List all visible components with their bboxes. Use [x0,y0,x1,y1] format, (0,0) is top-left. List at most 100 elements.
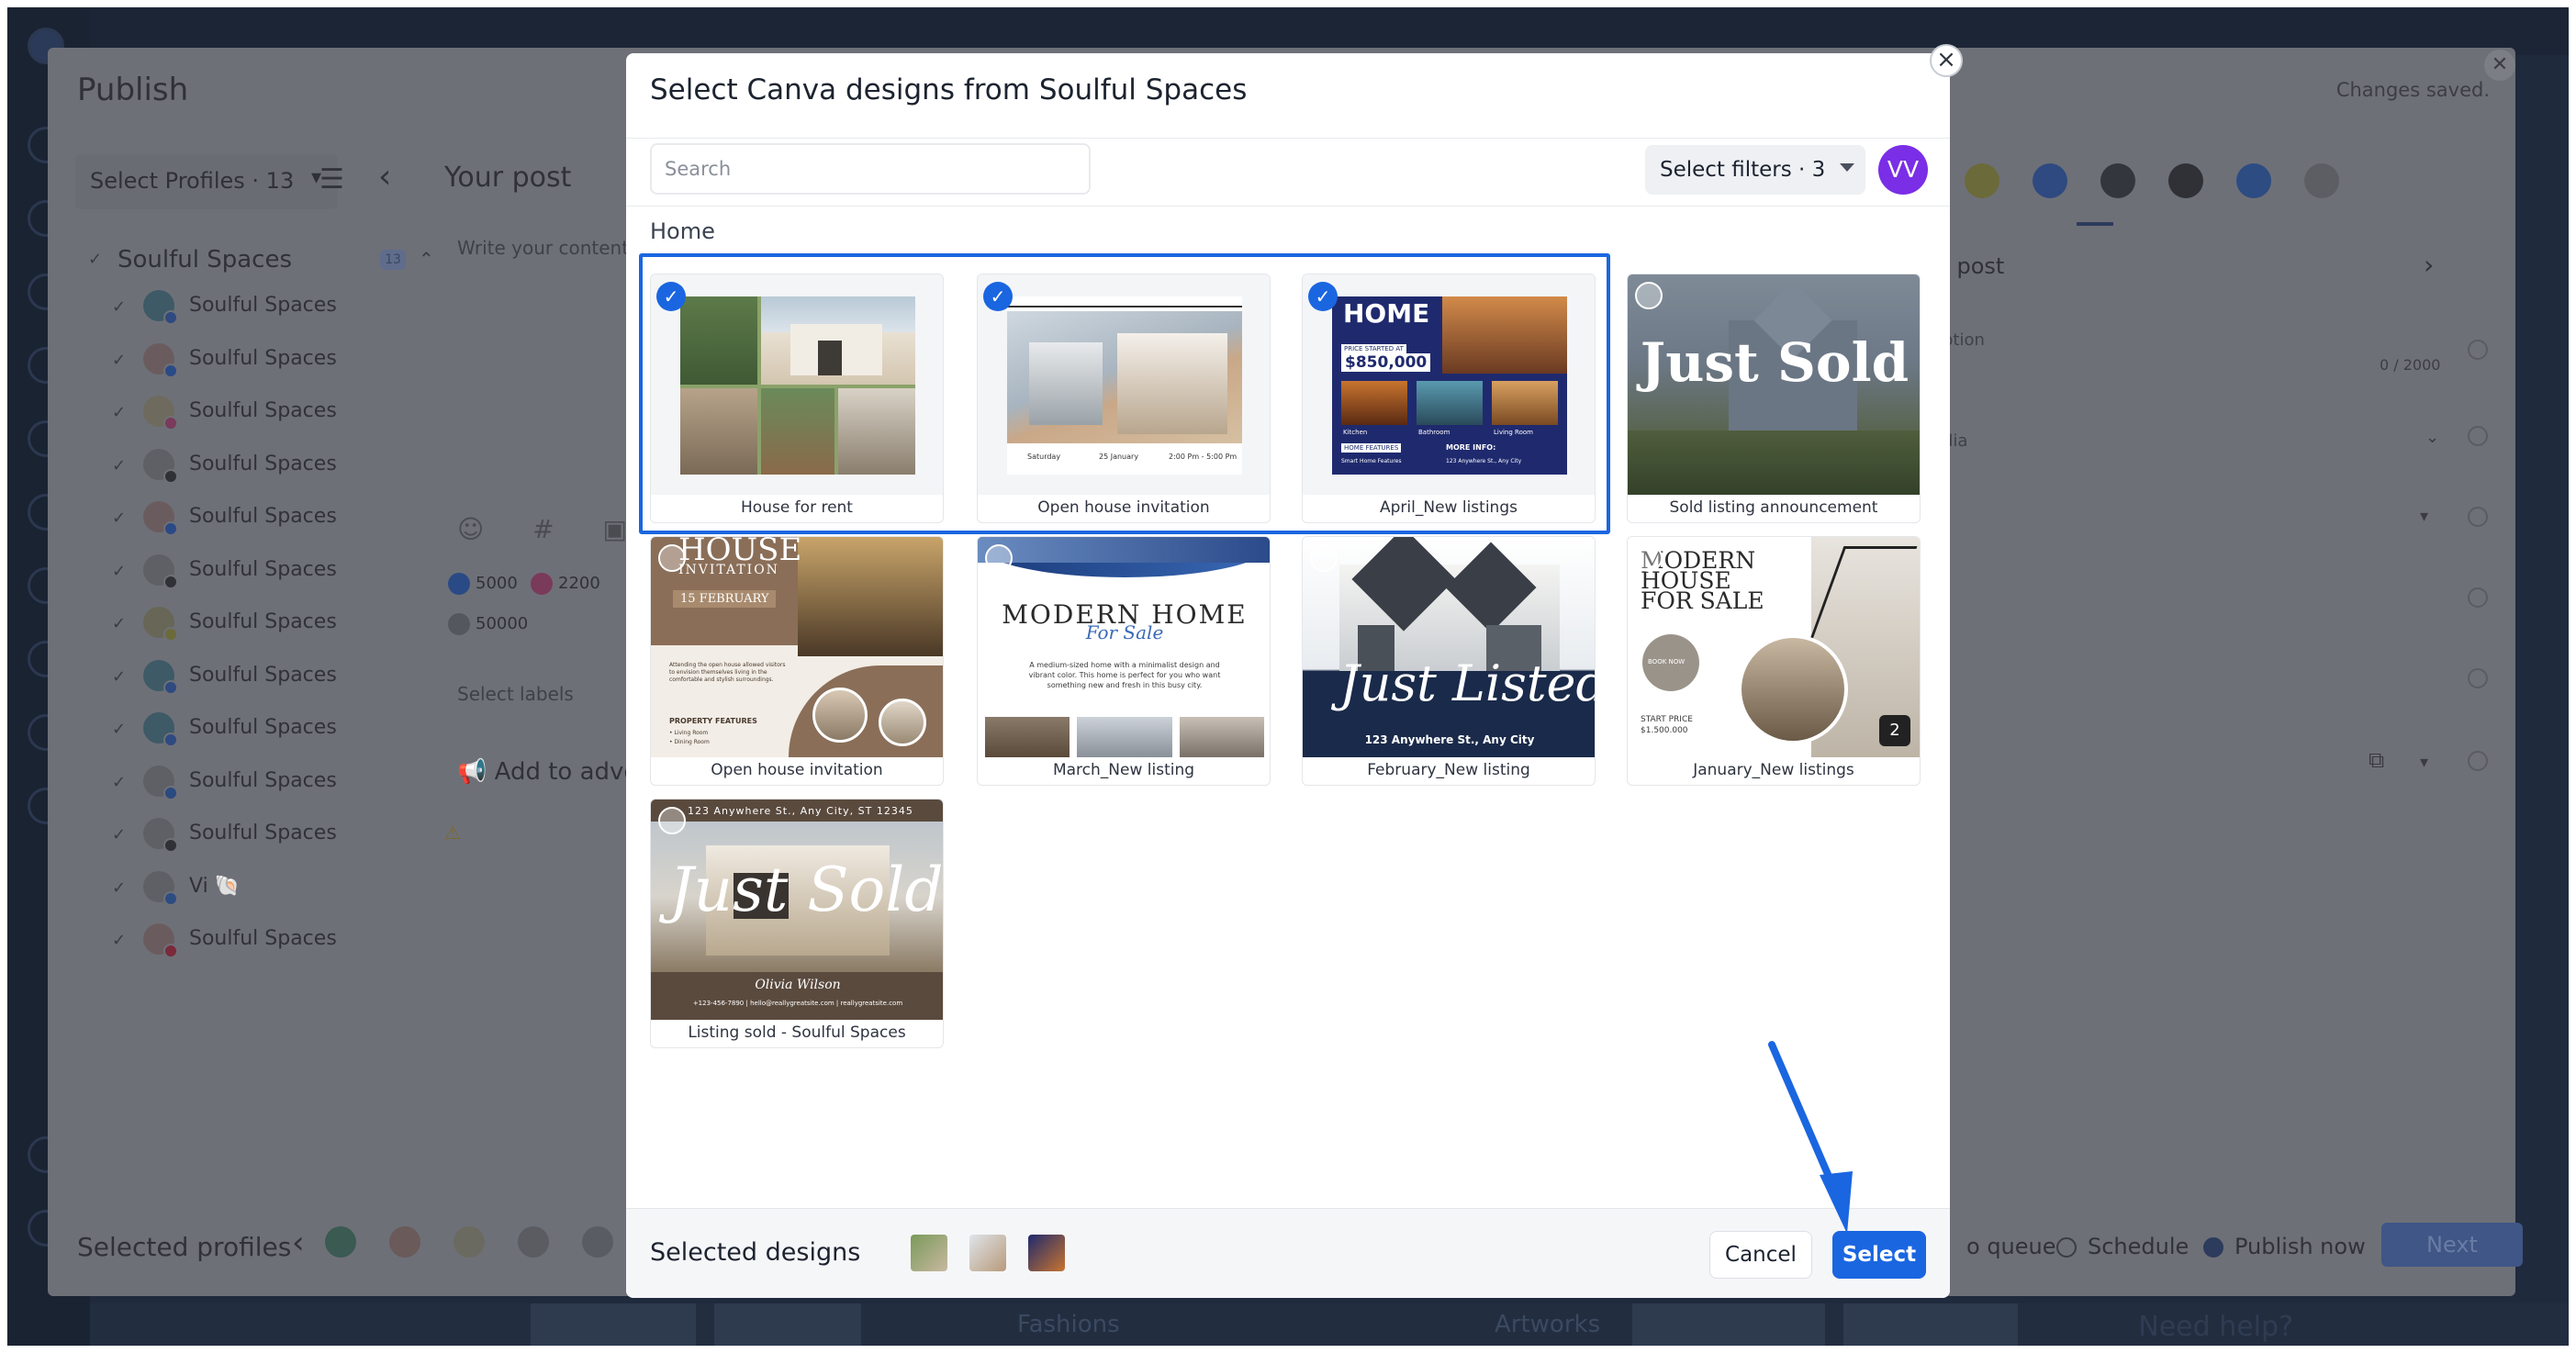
info-icon[interactable] [2468,507,2488,527]
need-help-button[interactable]: Need help? [2138,1311,2293,1343]
profile-row[interactable]: ✓ Soulful Spaces [112,286,479,340]
google-business-icon[interactable] [2033,163,2067,198]
select-profiles-dropdown[interactable]: Select Profiles · 13 ▾ [75,154,338,209]
publish-now-radio[interactable] [2203,1237,2223,1258]
select-circle-icon[interactable] [658,544,686,572]
avatar[interactable] [454,1226,485,1258]
profile-row[interactable]: ✓ Soulful Spaces [112,656,479,710]
your-post-title: Your post [444,162,572,194]
schedule-option[interactable]: Schedule [2088,1234,2189,1259]
design-card[interactable]: 123 Anywhere St., Any City, ST 12345 Jus… [650,799,944,1048]
info-icon[interactable] [2468,751,2488,771]
selected-checkmark-icon[interactable]: ✓ [1308,282,1338,311]
selected-design-thumbnail[interactable] [911,1235,947,1271]
threads-icon[interactable] [2168,163,2203,198]
search-input[interactable] [650,143,1091,195]
select-circle-icon[interactable] [1635,282,1663,309]
profile-row[interactable]: ✓ Soulful Spaces [112,392,479,445]
chevron-left-icon[interactable]: ‹ [378,158,391,196]
thumb-more-info: MORE INFO: [1446,443,1496,452]
select-circle-icon[interactable] [1635,544,1663,572]
checkmark-icon[interactable]: ✓ [112,773,126,792]
select-circle-icon[interactable] [985,544,1013,572]
avatar[interactable] [518,1226,549,1258]
add-to-advocacy[interactable]: 📢 Add to advo [457,758,638,786]
schedule-radio[interactable] [2056,1237,2077,1258]
select-labels[interactable]: Select labels [457,683,574,705]
post-content-placeholder[interactable]: Write your content [457,237,629,259]
copy-icon[interactable]: ⧉ [2369,747,2384,773]
selected-checkmark-icon[interactable]: ✓ [983,282,1013,311]
chevron-down-icon[interactable]: ⌄ [2425,428,2439,447]
modal-close-icon[interactable]: × [1930,44,1963,77]
checkmark-icon[interactable]: ✓ [112,456,126,475]
info-icon[interactable] [2468,426,2488,446]
checkmark-icon[interactable]: ✓ [112,931,126,950]
profile-row[interactable]: ✓ Soulful Spaces [112,603,479,656]
info-icon[interactable] [2468,587,2488,608]
checkmark-icon[interactable]: ✓ [112,351,126,370]
chevron-left-icon[interactable]: ‹ [292,1224,305,1261]
design-card[interactable]: ✓ House for rent [650,274,944,523]
chevron-down-icon[interactable]: ▾ [2420,507,2428,526]
profile-row[interactable]: ✓ Vi 🐚 [112,867,479,921]
selected-design-thumbnail[interactable] [1028,1235,1065,1271]
select-circle-icon[interactable] [658,807,686,834]
checkmark-icon[interactable]: ✓ [88,250,102,269]
publish-now-option[interactable]: Publish now [2234,1234,2366,1259]
chevron-down-icon[interactable]: ▾ [2420,753,2428,772]
profile-row[interactable]: ✓ Soulful Spaces ⚠ [112,814,479,867]
selected-checkmark-icon[interactable]: ✓ [656,282,686,311]
profile-group[interactable]: ✓ Soulful Spaces 13 ⌃ [84,240,452,281]
publish-close-icon[interactable]: ✕ [2484,50,2515,81]
design-card[interactable]: MODERN HOME For Sale A medium-sized home… [977,536,1271,786]
design-card[interactable]: Just Sold Sold listing announcement [1627,274,1921,523]
chevron-right-icon[interactable]: › [2424,250,2434,280]
tiktok-icon [163,838,178,853]
design-card[interactable]: Just Listed 123 Anywhere St., Any City F… [1302,536,1596,786]
breadcrumb-home[interactable]: Home [650,218,715,244]
avatar[interactable] [582,1226,613,1258]
checkmark-icon[interactable]: ✓ [112,403,126,422]
tumblr-icon[interactable] [2100,163,2135,198]
add-to-queue-option[interactable]: o queue [1966,1234,2056,1259]
avatar[interactable] [389,1226,420,1258]
checkmark-icon[interactable]: ✓ [112,509,126,528]
select-filters-dropdown[interactable]: Select filters · 3 [1645,145,1865,195]
select-circle-icon[interactable] [1310,544,1338,572]
checkmark-icon[interactable]: ✓ [112,878,126,898]
design-card[interactable]: Saturday 25 January 2:00 Pm - 5:00 Pm ✓ … [977,274,1271,523]
profile-row[interactable]: ✓ Soulful Spaces [112,498,479,551]
checkmark-icon[interactable]: ✓ [112,825,126,844]
filter-icon[interactable]: ☰ [319,163,356,196]
profile-row[interactable]: ✓ Soulful Spaces [112,920,479,973]
design-card[interactable]: MODERN HOUSE FOR SALE BOOK NOW START PRI… [1627,536,1921,786]
profile-row[interactable]: ✓ Soulful Spaces [112,709,479,762]
chevron-up-icon[interactable]: ⌃ [419,248,434,270]
design-card[interactable]: HOUSE INVITATION 15 FEBRUARY Attending t… [650,536,944,786]
checkmark-icon[interactable]: ✓ [112,614,126,633]
bluesky-icon[interactable] [2236,163,2271,198]
info-icon[interactable] [2468,668,2488,688]
profile-row[interactable]: ✓ Soulful Spaces [112,340,479,393]
user-avatar[interactable]: VV [1878,145,1928,195]
checkmark-icon[interactable]: ✓ [112,720,126,739]
next-button[interactable]: Next [2381,1223,2523,1267]
profile-name: Soulful Spaces [189,663,337,687]
thumb-book-now: BOOK NOW [1648,658,1686,665]
selected-design-thumbnail[interactable] [969,1235,1006,1271]
design-card[interactable]: HOME PRICE STARTED AT $850,000 Kitchen B… [1302,274,1596,523]
profile-row[interactable]: ✓ Soulful Spaces [112,445,479,498]
profile-row[interactable]: ✓ Soulful Spaces [112,762,479,815]
avatar[interactable] [325,1226,356,1258]
snapchat-icon[interactable] [1965,163,1999,198]
generic-network-icon[interactable] [2304,163,2339,198]
checkmark-icon[interactable]: ✓ [112,562,126,581]
profile-row[interactable]: ✓ Soulful Spaces [112,551,479,604]
generic-network-icon [448,613,470,635]
info-icon[interactable] [2468,340,2488,360]
house-for-rent-thumbnail [680,296,915,475]
checkmark-icon[interactable]: ✓ [112,667,126,687]
checkmark-icon[interactable]: ✓ [112,297,126,317]
thumb-address: 123 Anywhere St., Any City [1364,733,1535,746]
